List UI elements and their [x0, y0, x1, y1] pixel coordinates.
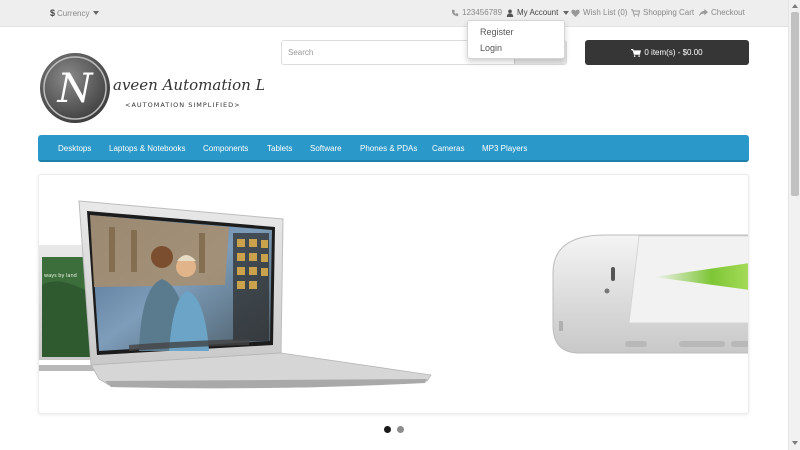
currency-dropdown[interactable]: $ Currency — [50, 8, 100, 18]
cart-total-label: 0 item(s) - $0.00 — [644, 48, 703, 57]
nav-item-tablets[interactable]: Tablets — [267, 144, 292, 153]
scroll-up-arrow-icon[interactable] — [792, 4, 798, 8]
login-link[interactable]: Login — [480, 43, 502, 53]
slider-dot-1[interactable] — [384, 426, 391, 433]
currency-label: Currency — [57, 8, 90, 18]
phone-number: 123456789 — [462, 8, 503, 17]
nav-item-phones-pdas[interactable]: Phones & PDAs — [360, 144, 417, 153]
my-account-dropdown[interactable]: My Account — [506, 8, 570, 17]
logo-title: aveen Automation Labs — [113, 76, 264, 94]
cart-button[interactable]: 0 item(s) - $0.00 — [585, 40, 749, 65]
macbook-air-image: MacBook Air — [78, 200, 432, 389]
nav-item-cameras[interactable]: Cameras — [432, 144, 464, 153]
phone-icon — [451, 9, 459, 16]
site-logo[interactable]: N aveen Automation Labs <AUTOMATION SIMP… — [39, 52, 292, 124]
hero-slider[interactable]: ways by land — [38, 174, 749, 414]
my-account-label: My Account — [517, 8, 559, 17]
main-navigation: Desktops Laptops & Notebooks Components … — [38, 135, 749, 162]
nav-item-software[interactable]: Software — [310, 144, 342, 153]
account-dropdown-menu: Register Login — [467, 20, 565, 59]
share-icon — [699, 8, 708, 17]
nav-item-desktops[interactable]: Desktops — [58, 144, 91, 153]
shopping-cart-label: Shopping Cart — [643, 8, 695, 17]
scrollbar-thumb[interactable] — [791, 12, 799, 196]
shopping-cart-icon — [631, 8, 640, 17]
scroll-down-arrow-icon[interactable] — [792, 441, 798, 445]
checkout-link[interactable]: Checkout — [699, 8, 745, 17]
shopping-cart-icon — [631, 48, 642, 57]
user-icon — [506, 9, 514, 17]
vertical-scrollbar[interactable] — [788, 0, 800, 450]
caret-down-icon — [93, 11, 100, 15]
nav-item-mp3-players[interactable]: MP3 Players — [482, 144, 527, 153]
phone-link[interactable]: 123456789 — [451, 8, 502, 17]
top-bar: $ Currency 123456789 My Account Wish Lis… — [0, 0, 788, 27]
register-link[interactable]: Register — [480, 27, 514, 37]
heart-icon — [571, 9, 580, 17]
checkout-label: Checkout — [711, 8, 745, 17]
logo-tagline: <AUTOMATION SIMPLIFIED> — [125, 101, 241, 109]
wish-list-link[interactable]: Wish List (0) — [571, 8, 627, 17]
slider-dot-2[interactable] — [397, 426, 404, 433]
caret-down-icon — [563, 10, 570, 15]
svg-text:ways by land: ways by land — [44, 273, 77, 279]
nav-item-laptops-notebooks[interactable]: Laptops & Notebooks — [109, 144, 186, 153]
nav-item-components[interactable]: Components — [203, 144, 248, 153]
currency-symbol: $ — [50, 8, 56, 18]
shopping-cart-link[interactable]: Shopping Cart — [631, 8, 694, 17]
wish-list-label: Wish List (0) — [583, 8, 628, 17]
iphone-image — [552, 234, 748, 354]
logo-letter: N — [57, 66, 95, 112]
